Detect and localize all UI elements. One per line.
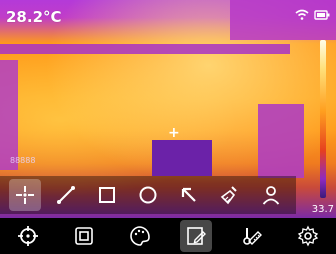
purple-right-panel <box>258 104 304 178</box>
rectangle-tool[interactable] <box>91 179 123 211</box>
purple-wall-left <box>0 60 18 170</box>
clear-tool[interactable] <box>214 179 246 211</box>
thermometer-ruler-button[interactable] <box>236 220 268 252</box>
thermal-camera-screen: 28.2°C + 88888 33.7 <box>0 0 336 254</box>
edit-frame-button[interactable] <box>180 220 212 252</box>
target-icon <box>17 225 39 247</box>
layers-button[interactable] <box>68 220 100 252</box>
settings-icon <box>297 225 319 247</box>
purple-roof-band <box>0 44 290 54</box>
wifi-icon <box>295 9 309 21</box>
scale-min-value: 33.7 <box>311 204 334 215</box>
small-overlay-label: 88888 <box>10 156 36 165</box>
palette-icon <box>129 225 151 247</box>
center-point-icon <box>14 184 36 206</box>
ambient-temperature: 28.2°C <box>6 8 62 26</box>
edit-frame-icon <box>185 225 207 247</box>
line-tool[interactable] <box>50 179 82 211</box>
rectangle-icon <box>96 184 118 206</box>
bottom-toolbar <box>0 218 336 254</box>
battery-icon <box>314 9 330 21</box>
target-button[interactable] <box>12 220 44 252</box>
purple-shadow-block <box>152 140 212 176</box>
thermometer-ruler-icon <box>241 225 263 247</box>
circle-icon <box>137 184 159 206</box>
person-icon <box>260 184 282 206</box>
broom-icon <box>219 184 241 206</box>
temperature-scale-bar <box>320 40 326 198</box>
line-icon <box>55 184 77 206</box>
arrow-up-left-icon <box>178 184 200 206</box>
center-point-tool[interactable] <box>8 179 41 211</box>
circle-tool[interactable] <box>132 179 164 211</box>
status-icons <box>295 9 330 21</box>
palette-button[interactable] <box>124 220 156 252</box>
arrow-tool[interactable] <box>173 179 205 211</box>
measure-toolbar <box>0 176 296 214</box>
settings-button[interactable] <box>292 220 324 252</box>
center-crosshair: + <box>168 125 180 141</box>
person-tool[interactable] <box>255 179 287 211</box>
layers-icon <box>73 225 95 247</box>
